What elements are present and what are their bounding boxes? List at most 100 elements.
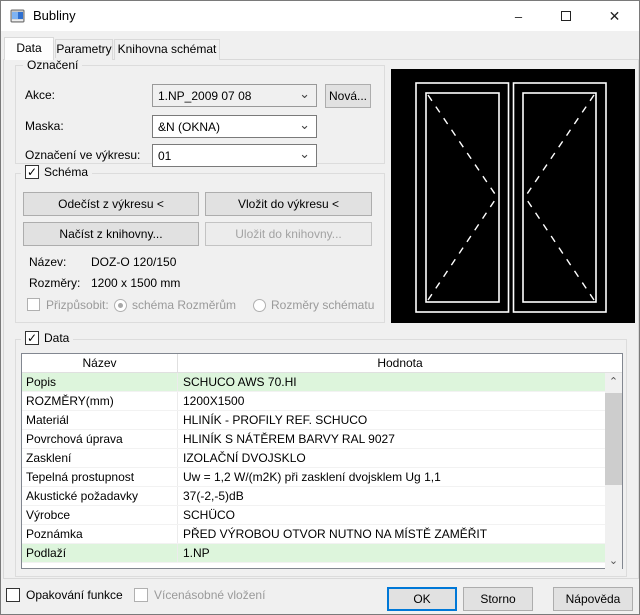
row-value: 1.NP bbox=[178, 544, 605, 562]
bubliny-dialog: Bubliny – ✕ Data Parametry Knihovna sché… bbox=[0, 0, 640, 615]
row-value: HLINÍK S NÁTĚREM BARVY RAL 9027 bbox=[178, 430, 605, 448]
table-row[interactable]: Povrchová úpravaHLINÍK S NÁTĚREM BARVY R… bbox=[22, 430, 605, 449]
nazev-label: Název: bbox=[29, 255, 66, 269]
row-value: 1200X1500 bbox=[178, 392, 605, 410]
opakovani-funkce-checkbox-row[interactable]: Opakování funkce bbox=[6, 588, 123, 602]
table-row[interactable]: Podlaží1.NP bbox=[22, 544, 605, 563]
row-name: Poznámka bbox=[22, 525, 178, 543]
maximize-button[interactable] bbox=[542, 1, 589, 31]
table-row[interactable]: ROZMĚRY(mm)1200X1500 bbox=[22, 392, 605, 411]
opakovani-funkce-label: Opakování funkce bbox=[26, 588, 123, 602]
maska-combobox[interactable]: &N (OKNA) ⌄ bbox=[152, 115, 317, 138]
table-row[interactable]: VýrobceSCHÜCO bbox=[22, 506, 605, 525]
napoveda-button[interactable]: Nápověda bbox=[553, 587, 633, 611]
minimize-icon: – bbox=[515, 9, 522, 24]
rozmery-value: 1200 x 1500 mm bbox=[91, 276, 180, 290]
tab-parametry[interactable]: Parametry bbox=[55, 39, 113, 60]
opakovani-funkce-checkbox[interactable] bbox=[6, 588, 20, 602]
oznaceni-legend: Označení bbox=[23, 58, 82, 72]
table-row[interactable]: MateriálHLINÍK - PROFILY REF. SCHUCO bbox=[22, 411, 605, 430]
row-name: ROZMĚRY(mm) bbox=[22, 392, 178, 410]
column-header-nazev[interactable]: Název bbox=[22, 354, 178, 372]
vicenasobne-vlozeni-checkbox bbox=[134, 588, 148, 602]
storno-button[interactable]: Storno bbox=[463, 587, 533, 611]
row-value: IZOLAČNÍ DVOJSKLO bbox=[178, 449, 605, 467]
nova-button[interactable]: Nová... bbox=[325, 84, 371, 108]
nacist-label: Načíst z knihovny... bbox=[59, 227, 162, 241]
check-icon: ✓ bbox=[27, 332, 37, 344]
row-name: Zasklení bbox=[22, 449, 178, 467]
close-button[interactable]: ✕ bbox=[589, 1, 640, 31]
close-icon: ✕ bbox=[609, 8, 621, 25]
window-drawing bbox=[391, 69, 635, 323]
chevron-down-icon: ⌄ bbox=[299, 87, 310, 102]
data-table: Název Hodnota PopisSCHUCO AWS 70.HIROZMĚ… bbox=[21, 353, 623, 569]
napoveda-label: Nápověda bbox=[566, 592, 621, 606]
table-scrollbar[interactable]: ⌃ ⌄ bbox=[605, 373, 622, 569]
chevron-down-icon: ⌄ bbox=[299, 147, 310, 162]
data-legend-label: Data bbox=[44, 331, 69, 345]
row-name: Materiál bbox=[22, 411, 178, 429]
scroll-down-icon[interactable]: ⌄ bbox=[605, 552, 622, 569]
chevron-down-icon: ⌄ bbox=[299, 118, 310, 133]
maska-label: Maska: bbox=[25, 119, 64, 133]
row-value: 37(-2,-5)dB bbox=[178, 487, 605, 505]
vicenasobne-vlozeni-label: Vícenásobné vložení bbox=[154, 588, 265, 602]
schema-legend-label: Schéma bbox=[44, 165, 88, 179]
oznaceni-ve-vykresu-value: 01 bbox=[158, 149, 171, 163]
row-name: Akustické požadavky bbox=[22, 487, 178, 505]
table-row[interactable]: PopisSCHUCO AWS 70.HI bbox=[22, 373, 605, 392]
table-row[interactable]: PoznámkaPŘED VÝROBOU OTVOR NUTNO NA MÍST… bbox=[22, 525, 605, 544]
table-row[interactable]: ZaskleníIZOLAČNÍ DVOJSKLO bbox=[22, 449, 605, 468]
akce-value: 1.NP_2009 07 08 bbox=[158, 89, 251, 103]
row-name: Podlaží bbox=[22, 544, 178, 562]
table-row[interactable]: Tepelná prostupnostUw = 1,2 W/(m2K) při … bbox=[22, 468, 605, 487]
row-value: SCHÜCO bbox=[178, 506, 605, 524]
ok-label: OK bbox=[413, 592, 430, 606]
schema-checkbox[interactable]: ✓ bbox=[25, 165, 39, 179]
rozmery-schematu-label: Rozměry schématu bbox=[271, 298, 374, 312]
row-value: PŘED VÝROBOU OTVOR NUTNO NA MÍSTĚ ZAMĚŘI… bbox=[178, 525, 605, 543]
row-value: Uw = 1,2 W/(m2K) při zasklení dvojsklem … bbox=[178, 468, 605, 486]
data-checkbox[interactable]: ✓ bbox=[25, 331, 39, 345]
nazev-value: DOZ-O 120/150 bbox=[91, 255, 176, 269]
storno-label: Storno bbox=[480, 592, 515, 606]
rozmery-label: Rozměry: bbox=[29, 276, 80, 290]
row-name: Tepelná prostupnost bbox=[22, 468, 178, 486]
row-name: Popis bbox=[22, 373, 178, 391]
table-row[interactable]: Akustické požadavky37(-2,-5)dB bbox=[22, 487, 605, 506]
prizpusobit-checkbox bbox=[27, 298, 40, 311]
tab-data[interactable]: Data bbox=[4, 37, 54, 60]
minimize-button[interactable]: – bbox=[495, 1, 542, 31]
app-icon bbox=[10, 8, 26, 24]
akce-label: Akce: bbox=[25, 88, 55, 102]
akce-combobox[interactable]: 1.NP_2009 07 08 ⌄ bbox=[152, 84, 317, 107]
oznaceni-ve-vykresu-label: Označení ve výkresu: bbox=[25, 148, 140, 162]
row-value: SCHUCO AWS 70.HI bbox=[178, 373, 605, 391]
column-header-hodnota[interactable]: Hodnota bbox=[178, 354, 622, 372]
nova-button-label: Nová... bbox=[329, 89, 367, 103]
vlozit-label: Vložit do výkresu < bbox=[238, 197, 339, 211]
nacist-z-knihovny-button[interactable]: Načíst z knihovny... bbox=[23, 222, 199, 246]
row-value: HLINÍK - PROFILY REF. SCHUCO bbox=[178, 411, 605, 429]
data-table-body: PopisSCHUCO AWS 70.HIROZMĚRY(mm)1200X150… bbox=[22, 373, 605, 563]
scroll-up-icon[interactable]: ⌃ bbox=[605, 373, 622, 390]
odecist-label: Odečíst z výkresu < bbox=[58, 197, 164, 211]
rozmery-schematu-radio bbox=[253, 299, 266, 312]
ok-button[interactable]: OK bbox=[387, 587, 457, 611]
vlozit-do-vykresu-button[interactable]: Vložit do výkresu < bbox=[205, 192, 372, 216]
tab-knihovna-schemat[interactable]: Knihovna schémat bbox=[114, 39, 220, 60]
ulozit-label: Uložit do knihovny... bbox=[235, 227, 342, 241]
oznaceni-ve-vykresu-combobox[interactable]: 01 ⌄ bbox=[152, 144, 317, 167]
odecist-z-vykresu-button[interactable]: Odečíst z výkresu < bbox=[23, 192, 199, 216]
data-legend: ✓ Data bbox=[21, 331, 73, 345]
titlebar: Bubliny – ✕ bbox=[1, 1, 639, 31]
schema-rozmerum-radio bbox=[114, 299, 127, 312]
scrollbar-thumb[interactable] bbox=[605, 393, 622, 485]
vicenasobne-vlozeni-checkbox-row: Vícenásobné vložení bbox=[134, 588, 265, 602]
schema-legend: ✓ Schéma bbox=[21, 165, 92, 179]
maska-value: &N (OKNA) bbox=[158, 120, 220, 134]
ulozit-do-knihovny-button: Uložit do knihovny... bbox=[205, 222, 372, 246]
check-icon: ✓ bbox=[27, 166, 37, 178]
window-title: Bubliny bbox=[33, 8, 76, 23]
